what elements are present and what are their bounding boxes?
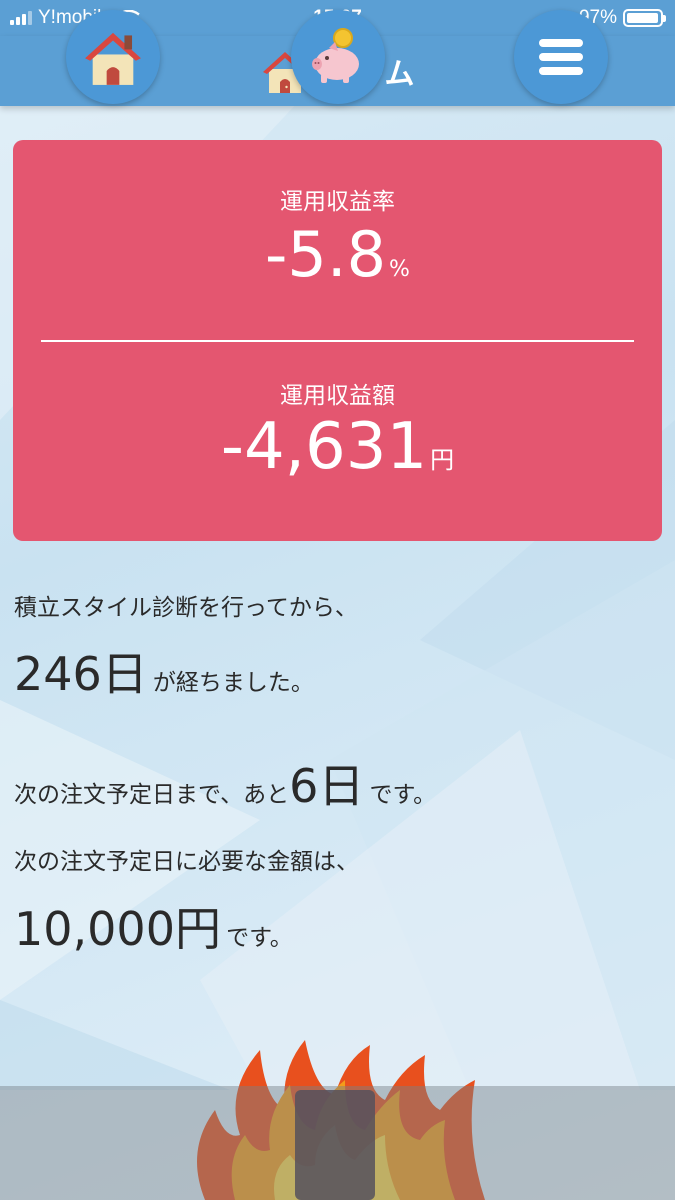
return-rate-label: 運用収益率 xyxy=(280,189,395,215)
return-rate-unit: % xyxy=(389,257,410,282)
return-amount-number: -4,631 xyxy=(220,410,428,484)
required-amount-line: 10,000円 です。 xyxy=(14,893,293,959)
tab-menu-button[interactable] xyxy=(514,10,608,104)
required-amount-intro: 次の注文予定日に必要な金額は、 xyxy=(14,849,359,875)
house-icon xyxy=(85,32,141,85)
return-amount-label: 運用収益額 xyxy=(280,383,395,409)
next-order-line: 次の注文予定日まで、あと6日 です。 xyxy=(14,750,436,816)
elapsed-days-suffix: が経ちました。 xyxy=(152,670,314,696)
tab-home-button[interactable] xyxy=(66,10,160,104)
next-order-suffix: です。 xyxy=(369,782,437,808)
tab-savings-button[interactable] xyxy=(291,10,385,104)
return-amount-unit: 円 xyxy=(430,446,455,474)
menu-icon xyxy=(539,39,583,75)
return-rate-number: -5.8 xyxy=(265,218,387,291)
card-divider xyxy=(41,340,634,342)
days-remaining: 6日 xyxy=(289,759,365,813)
required-amount: 10,000円 xyxy=(14,902,221,956)
return-amount-value: -4,631 円 xyxy=(13,410,662,484)
elapsed-days: 246日 xyxy=(14,647,148,701)
elapsed-intro-text: 積立スタイル診断を行ってから、 xyxy=(14,595,358,621)
next-order-prefix: 次の注文予定日まで、あと xyxy=(14,782,290,808)
required-amount-suffix: です。 xyxy=(226,925,293,951)
piggy-bank-icon xyxy=(312,28,359,83)
elapsed-days-line: 246日 が経ちました。 xyxy=(14,638,314,704)
return-summary-card: 運用収益率 -5.8% 運用収益額 -4,631 円 xyxy=(13,140,662,541)
tab-bar xyxy=(0,1086,675,1200)
return-rate-value: -5.8% xyxy=(13,218,662,291)
battery-icon xyxy=(623,9,666,27)
